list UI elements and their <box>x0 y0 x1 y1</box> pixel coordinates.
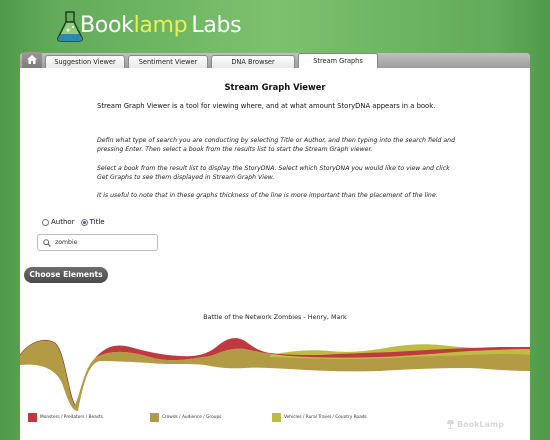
radio-author-label[interactable]: Author <box>51 218 75 226</box>
watermark-text: BookLamp <box>457 419 504 429</box>
brand-logo[interactable]: Booklamp Labs <box>80 13 242 38</box>
legend-label-vehicles: Vehicles / Rural Travel / Country Roads <box>284 415 367 420</box>
tab-dna-browser[interactable]: DNA Browser <box>211 55 295 69</box>
search-input[interactable] <box>55 239 155 246</box>
legend-label-monsters: Monsters / Predators / Beasts <box>40 415 103 420</box>
tab-stream-graphs[interactable]: Stream Graphs <box>298 53 378 69</box>
legend-swatch-vehicles <box>272 413 281 422</box>
instruction-3: It is useful to note that in these graph… <box>97 192 438 199</box>
chart-title: Battle of the Network Zombies - Henry, M… <box>203 313 347 321</box>
legend-vehicles: Vehicles / Rural Travel / Country Roads <box>272 413 367 422</box>
radio-title-label[interactable]: Title <box>90 218 105 226</box>
main-panel: Stream Graph Viewer Stream Graph Viewer … <box>20 68 530 440</box>
tab-sentiment-viewer[interactable]: Sentiment Viewer <box>128 55 208 69</box>
legend-crowds: Crowds / Audience / Groups <box>150 413 221 422</box>
search-box <box>37 234 158 251</box>
radio-title[interactable] <box>80 218 88 226</box>
instruction-1: Defin what type of search you are conduc… <box>97 137 456 153</box>
tab-suggestion-viewer[interactable]: Suggestion Viewer <box>45 55 125 69</box>
home-tab[interactable] <box>22 52 42 68</box>
watermark: BookLamp <box>446 419 504 429</box>
radio-author[interactable] <box>42 218 49 226</box>
legend-swatch-monsters <box>28 413 37 422</box>
header: Booklamp Labs <box>0 0 550 52</box>
page-title: Stream Graph Viewer <box>224 82 326 92</box>
lamp-icon <box>447 420 454 429</box>
stream-graph <box>20 338 530 411</box>
choose-elements-button[interactable]: Choose Elements <box>24 267 108 283</box>
home-icon <box>27 55 37 64</box>
legend-monsters: Monsters / Predators / Beasts <box>28 413 103 422</box>
brand-book: Book <box>80 13 134 38</box>
brand-labs: Labs <box>191 13 242 38</box>
search-type-options: Author Title <box>42 218 111 226</box>
search-icon <box>43 238 51 247</box>
legend-label-crowds: Crowds / Audience / Groups <box>162 415 222 420</box>
brand-lamp: lamp <box>133 13 188 38</box>
intro-text: Stream Graph Viewer is a tool for viewin… <box>97 102 436 110</box>
legend-swatch-crowds <box>150 413 159 422</box>
instruction-2: Select a book from the result list to di… <box>97 165 450 181</box>
